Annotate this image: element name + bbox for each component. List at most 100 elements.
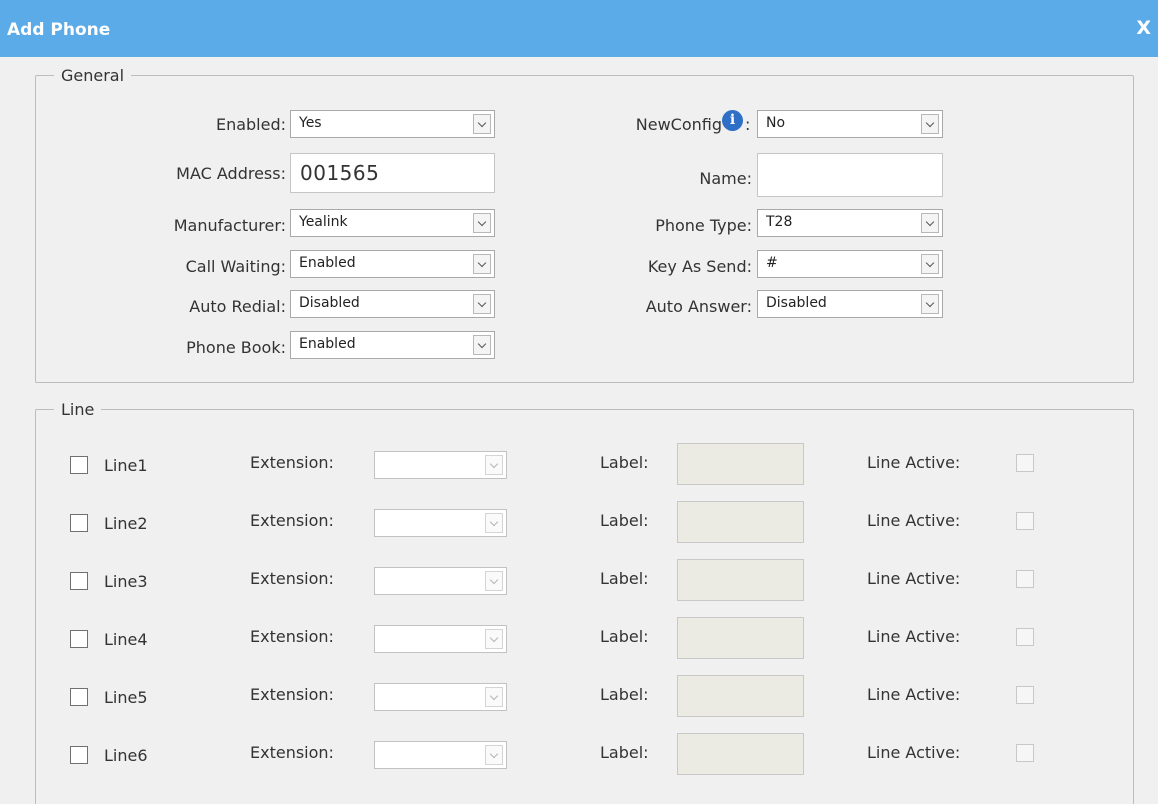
chevron-down-icon [485,687,503,707]
line-active-label: Line Active: [867,453,961,472]
chevron-down-icon [485,629,503,649]
info-icon[interactable]: i [722,110,743,131]
enabled-select[interactable]: Yes [290,110,495,138]
newconfig-colon: : [745,115,751,134]
label-label: Label: [600,743,649,762]
chevron-down-icon [485,745,503,765]
line-label-input[interactable] [677,443,804,485]
label-label: Label: [600,685,649,704]
phone-type-select[interactable]: T28 [757,209,943,237]
name-input[interactable] [757,153,943,197]
chevron-down-icon [485,513,503,533]
manufacturer-label: Manufacturer: [173,216,286,235]
chevron-down-icon [921,114,939,134]
line-enable-checkbox[interactable] [70,572,88,590]
line-active-label: Line Active: [867,627,961,646]
line-label-input[interactable] [677,559,804,601]
line-active-checkbox[interactable] [1016,570,1034,588]
line-active-checkbox[interactable] [1016,744,1034,762]
key-as-send-value: # [766,255,778,271]
mac-address-label: MAC Address: [176,164,286,183]
chevron-down-icon [485,455,503,475]
enabled-label: Enabled: [215,115,286,134]
auto-answer-select[interactable]: Disabled [757,290,943,318]
extension-select[interactable] [374,567,507,595]
phone-type-value: T28 [766,214,793,230]
line-name: Line5 [104,688,148,707]
extension-select[interactable] [374,509,507,537]
mac-address-input[interactable]: 001565 [290,153,495,193]
chevron-down-icon [473,213,491,233]
chevron-down-icon [921,213,939,233]
call-waiting-value: Enabled [299,255,356,271]
extension-label: Extension: [250,569,334,588]
line-label-input[interactable] [677,501,804,543]
label-label: Label: [600,511,649,530]
chevron-down-icon [473,254,491,274]
newconfig-label: NewConfig [635,115,722,134]
line-label-input[interactable] [677,675,804,717]
line-active-checkbox[interactable] [1016,686,1034,704]
chevron-down-icon [473,335,491,355]
phone-book-value: Enabled [299,336,356,352]
extension-label: Extension: [250,685,334,704]
newconfig-select[interactable]: No [757,110,943,138]
label-label: Label: [600,627,649,646]
line-name: Line6 [104,746,148,765]
line-enable-checkbox[interactable] [70,514,88,532]
line-fieldset: Line [35,400,1134,804]
manufacturer-select[interactable]: Yealink [290,209,495,237]
line-label-input[interactable] [677,617,804,659]
call-waiting-label: Call Waiting: [185,257,286,276]
line-active-label: Line Active: [867,685,961,704]
phone-type-label: Phone Type: [655,216,752,235]
enabled-value: Yes [299,115,322,131]
line-name: Line4 [104,630,148,649]
phone-book-label: Phone Book: [186,338,286,357]
extension-select[interactable] [374,741,507,769]
extension-label: Extension: [250,743,334,762]
chevron-down-icon [473,114,491,134]
line-name: Line1 [104,456,148,475]
line-active-label: Line Active: [867,743,961,762]
extension-select[interactable] [374,451,507,479]
line-enable-checkbox[interactable] [70,688,88,706]
line-active-checkbox[interactable] [1016,454,1034,472]
mac-address-value: 001565 [300,161,380,185]
key-as-send-select[interactable]: # [757,250,943,278]
line-enable-checkbox[interactable] [70,630,88,648]
label-label: Label: [600,453,649,472]
chevron-down-icon [921,254,939,274]
key-as-send-label: Key As Send: [647,257,752,276]
chevron-down-icon [485,571,503,591]
add-phone-dialog: Add Phone X General Enabled: Yes NewConf… [0,0,1158,804]
extension-label: Extension: [250,511,334,530]
general-legend: General [61,66,125,85]
line-active-checkbox[interactable] [1016,628,1034,646]
close-button[interactable]: X [1136,17,1151,39]
line-name: Line3 [104,572,148,591]
line-enable-checkbox[interactable] [70,746,88,764]
line-label-input[interactable] [677,733,804,775]
auto-redial-select[interactable]: Disabled [290,290,495,318]
line-active-label: Line Active: [867,569,961,588]
extension-select[interactable] [374,683,507,711]
line-active-label: Line Active: [867,511,961,530]
extension-select[interactable] [374,625,507,653]
dialog-title: Add Phone [7,20,111,40]
auto-answer-label: Auto Answer: [645,297,752,316]
phone-book-select[interactable]: Enabled [290,331,495,359]
newconfig-value: No [766,115,786,131]
line-active-checkbox[interactable] [1016,512,1034,530]
label-label: Label: [600,569,649,588]
line-enable-checkbox[interactable] [70,456,88,474]
chevron-down-icon [473,294,491,314]
line-legend: Line [61,400,95,419]
call-waiting-select[interactable]: Enabled [290,250,495,278]
auto-answer-value: Disabled [766,295,827,311]
chevron-down-icon [921,294,939,314]
name-label: Name: [699,169,752,188]
extension-label: Extension: [250,453,334,472]
auto-redial-label: Auto Redial: [189,297,286,316]
title-bar: Add Phone X [0,0,1158,57]
